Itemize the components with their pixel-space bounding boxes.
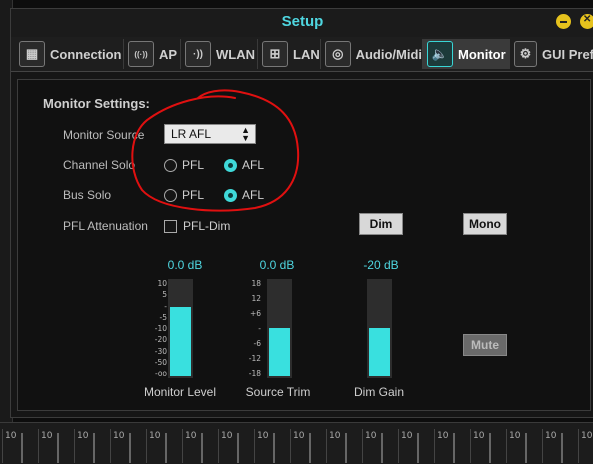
- annotation-circle: [131, 89, 300, 212]
